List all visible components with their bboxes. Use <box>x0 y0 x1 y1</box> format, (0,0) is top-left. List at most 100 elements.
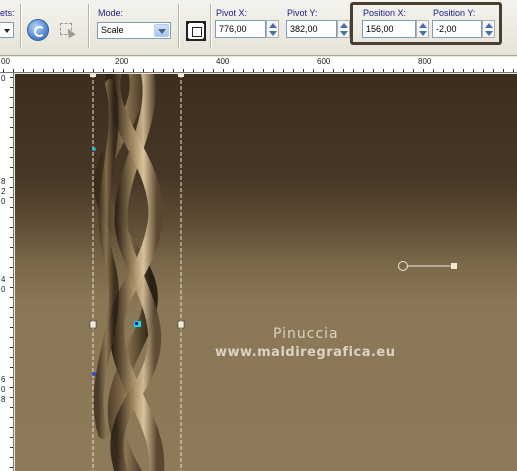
ruler-tick <box>10 187 13 188</box>
ruler-label: 200 <box>115 57 129 66</box>
tool-options-toolbar: ets: Mode: Scale Pivot X: 776,00 Pivot Y… <box>0 0 517 56</box>
ruler-tick <box>453 69 454 72</box>
horizontal-ruler: 00 200 400 600 800 <box>0 57 517 73</box>
toolbar-separator <box>20 4 22 48</box>
apply-selection-icon[interactable] <box>57 19 79 41</box>
ruler-tick <box>53 69 54 72</box>
ruler-label: 4 <box>1 275 6 284</box>
ruler-label: 0 <box>1 285 6 294</box>
ruler-tick <box>10 257 13 258</box>
ruler-label: 00 <box>1 57 10 66</box>
canvas-artwork <box>89 74 457 471</box>
ruler-tick <box>10 307 13 308</box>
ruler-tick <box>213 69 214 72</box>
ruler-tick <box>513 69 514 72</box>
ruler-tick <box>403 69 404 72</box>
ruler-tick <box>333 69 334 72</box>
rotation-handle-icon[interactable] <box>398 261 408 271</box>
ruler-tick <box>473 69 474 72</box>
ruler-tick <box>10 107 13 108</box>
ruler-tick <box>10 387 13 388</box>
selection-handle-top-right[interactable] <box>178 74 184 77</box>
ruler-label: 8 <box>1 177 6 186</box>
ruler-tick <box>10 137 13 138</box>
center-marker-icon <box>135 322 138 325</box>
spin-up-icon[interactable] <box>269 23 277 28</box>
ruler-tick <box>423 69 424 72</box>
ruler-tick <box>10 367 13 368</box>
ruler-tick <box>10 357 13 358</box>
ruler-tick <box>293 69 294 72</box>
ruler-tick <box>10 317 13 318</box>
ruler-tick <box>10 177 13 178</box>
ruler-tick <box>323 69 324 72</box>
ruler-tick <box>10 207 13 208</box>
ruler-tick <box>503 69 504 72</box>
watermark-url: www.maldiregrafica.eu <box>215 345 396 360</box>
image-canvas[interactable]: Pinuccia www.maldiregrafica.eu <box>15 74 517 471</box>
ruler-tick <box>23 69 24 72</box>
presets-dropdown[interactable] <box>0 22 14 38</box>
ruler-tick <box>10 97 13 98</box>
ruler-tick <box>10 247 13 248</box>
selection-handle-top-left[interactable] <box>90 74 96 77</box>
pivot-x-input[interactable]: 776,00 <box>215 20 266 38</box>
pivot-y-stepper[interactable] <box>337 20 350 38</box>
mode-value: Scale <box>101 25 124 35</box>
selection-handle-left[interactable] <box>89 320 97 329</box>
ruler-tick <box>10 227 13 228</box>
reset-icon[interactable] <box>27 19 49 41</box>
ruler-tick <box>463 69 464 72</box>
ruler-label: 600 <box>317 57 331 66</box>
ruler-tick <box>443 69 444 72</box>
ruler-label: 8 <box>1 395 6 404</box>
ruler-tick <box>10 77 13 78</box>
ruler-tick <box>10 197 13 198</box>
ruler-tick <box>10 467 13 468</box>
ruler-tick <box>10 327 13 328</box>
ruler-tick <box>10 237 13 238</box>
ruler-tick <box>33 69 34 72</box>
rotation-handle-knob[interactable] <box>451 263 457 269</box>
pivot-y-input[interactable]: 382,00 <box>286 20 337 38</box>
ruler-tick <box>43 69 44 72</box>
ruler-label: 0 <box>1 385 6 394</box>
chevron-down-icon <box>4 29 10 33</box>
ruler-tick <box>273 69 274 72</box>
ruler-tick <box>10 457 13 458</box>
ruler-tick <box>103 69 104 72</box>
center-marker-icon <box>92 147 96 151</box>
chevron-down-icon[interactable] <box>154 24 169 37</box>
ruler-tick <box>233 69 234 72</box>
ruler-tick <box>183 69 184 72</box>
ruler-tick <box>393 69 394 72</box>
spin-down-icon[interactable] <box>340 31 348 36</box>
cursor-icon <box>64 26 76 39</box>
ruler-tick <box>253 69 254 72</box>
ruler-tick <box>313 69 314 72</box>
toolbar-separator <box>210 4 212 48</box>
spin-down-icon[interactable] <box>269 31 277 36</box>
mode-select[interactable]: Scale <box>97 22 171 39</box>
ruler-tick <box>263 69 264 72</box>
ruler-tick <box>10 117 13 118</box>
ruler-tick <box>173 69 174 72</box>
ruler-tick <box>10 347 13 348</box>
ruler-label: 800 <box>418 57 432 66</box>
ruler-tick <box>93 69 94 72</box>
spin-up-icon[interactable] <box>340 23 348 28</box>
ruler-tick <box>243 69 244 72</box>
ruler-tick <box>303 69 304 72</box>
ruler-tick <box>10 337 13 338</box>
ruler-tick <box>483 69 484 72</box>
ruler-tick <box>193 69 194 72</box>
selection-handle-right[interactable] <box>177 320 185 329</box>
pivot-x-stepper[interactable] <box>266 20 279 38</box>
ruler-tick <box>123 69 124 72</box>
ruler-tick <box>143 69 144 72</box>
toolbar-separator <box>178 4 180 48</box>
center-marker-icon <box>92 372 96 376</box>
ruler-tick <box>10 377 13 378</box>
center-pivot-icon[interactable] <box>186 21 206 41</box>
ruler-tick <box>363 69 364 72</box>
